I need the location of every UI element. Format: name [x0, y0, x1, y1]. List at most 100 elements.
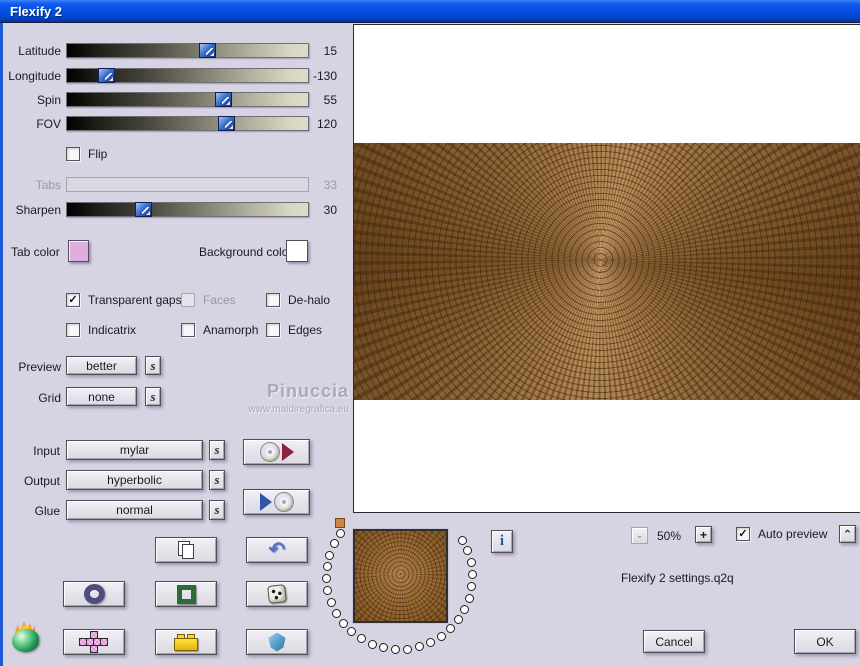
memory-dot[interactable] — [465, 594, 474, 603]
memory-dot[interactable] — [403, 645, 412, 654]
save-settings-button[interactable] — [243, 489, 310, 515]
memory-dot[interactable] — [327, 598, 336, 607]
indicatrix-checkbox[interactable]: Indicatrix — [66, 323, 136, 337]
preview-cycle-button[interactable]: s — [145, 356, 161, 375]
edges-checkbox[interactable]: Edges — [266, 323, 322, 337]
cycle-icon: s — [214, 502, 219, 518]
cycle-icon: s — [214, 442, 219, 458]
memory-dot[interactable] — [323, 562, 332, 571]
transparent-gaps-checkbox[interactable]: ✓ Transparent gaps — [66, 293, 182, 307]
flip-checkbox-box[interactable] — [66, 147, 80, 161]
memory-dot[interactable] — [391, 645, 400, 654]
input-cycle-button[interactable]: s — [209, 440, 225, 460]
sharpen-label: Sharpen — [3, 203, 61, 217]
dehalo-checkbox[interactable]: De-halo — [266, 293, 330, 307]
copy-settings-button[interactable] — [155, 537, 217, 563]
memory-dot[interactable] — [454, 615, 463, 624]
title-bar[interactable]: Flexify 2 — [0, 0, 860, 23]
memory-dot[interactable] — [332, 609, 341, 618]
memory-dot[interactable] — [339, 619, 348, 628]
transparent-gaps-checkbox-box[interactable]: ✓ — [66, 293, 80, 307]
memory-dot[interactable] — [467, 558, 476, 567]
polyhedron-icon — [267, 633, 287, 652]
flip-checkbox[interactable]: Flip — [66, 147, 107, 161]
latitude-label: Latitude — [3, 44, 61, 58]
input-dropdown[interactable]: mylar — [66, 440, 203, 460]
memory-dot[interactable] — [437, 632, 446, 641]
flexify-preview-image[interactable] — [354, 143, 860, 400]
memory-dot[interactable] — [330, 539, 339, 548]
sharpen-slider[interactable] — [66, 202, 309, 217]
memory-dot[interactable] — [379, 643, 388, 652]
background-color-swatch[interactable] — [286, 240, 308, 262]
memory-dot[interactable] — [468, 570, 477, 579]
memory-dot[interactable] — [426, 638, 435, 647]
preview-pane[interactable] — [353, 24, 860, 513]
memory-dot[interactable] — [446, 624, 455, 633]
anamorph-checkbox[interactable]: Anamorph — [181, 323, 258, 337]
undo-icon: ↶ — [269, 541, 286, 559]
latitude-slider[interactable] — [66, 43, 309, 58]
dehalo-checkbox-box[interactable] — [266, 293, 280, 307]
edges-checkbox-box[interactable] — [266, 323, 280, 337]
auto-preview-checkbox-box[interactable]: ✓ — [736, 527, 750, 541]
cancel-button[interactable]: Cancel — [643, 630, 705, 653]
indicatrix-checkbox-box[interactable] — [66, 323, 80, 337]
longitude-slider-thumb[interactable] — [98, 68, 115, 83]
memory-dot[interactable] — [336, 529, 345, 538]
memory-dot[interactable] — [357, 634, 366, 643]
output-cycle-button[interactable]: s — [209, 470, 225, 490]
preview-mode-value: better — [86, 359, 117, 373]
flaming-pear-logo[interactable] — [10, 621, 44, 653]
torus-mode-button[interactable] — [63, 581, 125, 607]
brick-mode-button[interactable] — [155, 629, 217, 655]
memory-dot[interactable] — [347, 627, 356, 636]
ok-button[interactable]: OK — [794, 629, 856, 654]
fov-slider[interactable] — [66, 116, 309, 131]
memory-dot[interactable] — [368, 640, 377, 649]
auto-preview-checkbox[interactable]: ✓ Auto preview — [736, 527, 827, 541]
fov-value: 120 — [299, 117, 337, 131]
fov-slider-thumb[interactable] — [218, 116, 235, 131]
watermark-url: www.maidiregrafica.eu — [203, 404, 349, 415]
memory-dot[interactable] — [460, 605, 469, 614]
glue-dropdown[interactable]: normal — [66, 500, 203, 520]
sharpen-slider-thumb[interactable] — [135, 202, 152, 217]
anamorph-checkbox-box[interactable] — [181, 323, 195, 337]
ok-button-label: OK — [816, 635, 833, 649]
grid-mode-dropdown[interactable]: none — [66, 387, 137, 406]
glue-cycle-button[interactable]: s — [209, 500, 225, 520]
memory-dot[interactable] — [325, 551, 334, 560]
zoom-in-button[interactable]: + — [695, 526, 712, 543]
memory-dot[interactable] — [467, 582, 476, 591]
memory-dot[interactable] — [458, 536, 467, 545]
indicatrix-checkbox-label: Indicatrix — [88, 323, 136, 337]
grid-cycle-button[interactable]: s — [145, 387, 161, 406]
latitude-value: 15 — [299, 44, 337, 58]
spin-slider[interactable] — [66, 92, 309, 107]
longitude-slider[interactable] — [66, 68, 309, 83]
spin-slider-thumb[interactable] — [215, 92, 232, 107]
preview-mode-dropdown[interactable]: better — [66, 356, 137, 375]
tab-color-swatch[interactable] — [68, 240, 89, 262]
memory-dot[interactable] — [415, 642, 424, 651]
torus-icon — [84, 584, 105, 604]
load-settings-button[interactable] — [243, 439, 310, 465]
cycle-icon: s — [150, 358, 155, 374]
expand-button[interactable]: ^ — [839, 525, 856, 543]
preview-thumbnail[interactable] — [353, 529, 448, 623]
cycle-icon: s — [150, 389, 155, 405]
polyhedron-mode-button[interactable] — [246, 629, 308, 655]
memory-dot[interactable] — [463, 546, 472, 555]
memory-dot[interactable] — [322, 574, 331, 583]
cube-net-button[interactable] — [63, 629, 125, 655]
zoom-out-button: - — [631, 527, 648, 544]
latitude-slider-thumb[interactable] — [199, 43, 216, 58]
output-dropdown[interactable]: hyperbolic — [66, 470, 203, 490]
undo-button[interactable]: ↶ — [246, 537, 308, 563]
randomize-button[interactable] — [246, 581, 308, 607]
info-button[interactable]: i — [491, 530, 513, 553]
plus-icon: + — [700, 528, 707, 542]
frame-mode-button[interactable] — [155, 581, 217, 607]
memory-dot[interactable] — [323, 586, 332, 595]
